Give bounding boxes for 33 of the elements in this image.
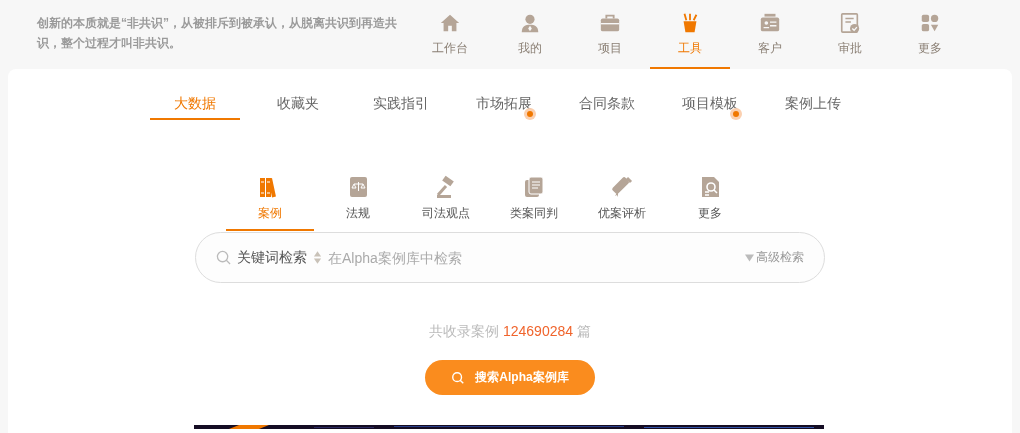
caret-icon: [745, 253, 754, 262]
sort-icon: [313, 250, 322, 265]
tab[interactable]: 案例上传: [768, 87, 858, 120]
category-tab[interactable]: 法规: [314, 175, 402, 231]
approval-form-icon: [839, 12, 861, 34]
documents-icon: [522, 175, 546, 199]
nav-tab[interactable]: 审批: [810, 0, 890, 69]
briefcase-icon: [599, 12, 621, 34]
house-icon: [439, 12, 461, 34]
grid-icon: [919, 12, 941, 34]
search-icon: [216, 250, 231, 265]
id-card-icon: [759, 12, 781, 34]
category-tab[interactable]: 司法观点: [402, 175, 490, 231]
category-tab[interactable]: 类案同判: [490, 175, 578, 231]
category-tab[interactable]: 优案评析: [578, 175, 666, 231]
search-field[interactable]: 关键词检索 在Alpha案例库中检索 高级检索: [195, 232, 825, 283]
nav-tab[interactable]: 项目: [570, 0, 650, 69]
category-tab[interactable]: 更多: [666, 175, 754, 231]
tab[interactable]: 收藏夹: [253, 87, 343, 120]
nav-tab[interactable]: 更多: [890, 0, 970, 69]
header-quote: 创新的本质就是“非共识”，从被排斥到被承认，从脱离共识到再造共识，整个过程才叫非共识。: [37, 15, 398, 52]
nav-tab[interactable]: 工作台: [410, 0, 490, 69]
nav-tab[interactable]: 客户: [730, 0, 810, 69]
search-mode-dropdown[interactable]: 关键词检索: [237, 248, 307, 267]
nav-tab[interactable]: 我的: [490, 0, 570, 69]
search-icon: [451, 370, 466, 385]
tab[interactable]: 合同条款: [562, 87, 652, 120]
tab[interactable]: 市场拓展: [459, 87, 549, 120]
tab[interactable]: 项目模板: [665, 87, 755, 120]
person-icon: [519, 12, 541, 34]
tab[interactable]: 实践指引: [356, 87, 446, 120]
diploma-scroll-icon: [610, 175, 634, 199]
case-count-text: 共收录案例 124690284 篇: [429, 323, 591, 341]
